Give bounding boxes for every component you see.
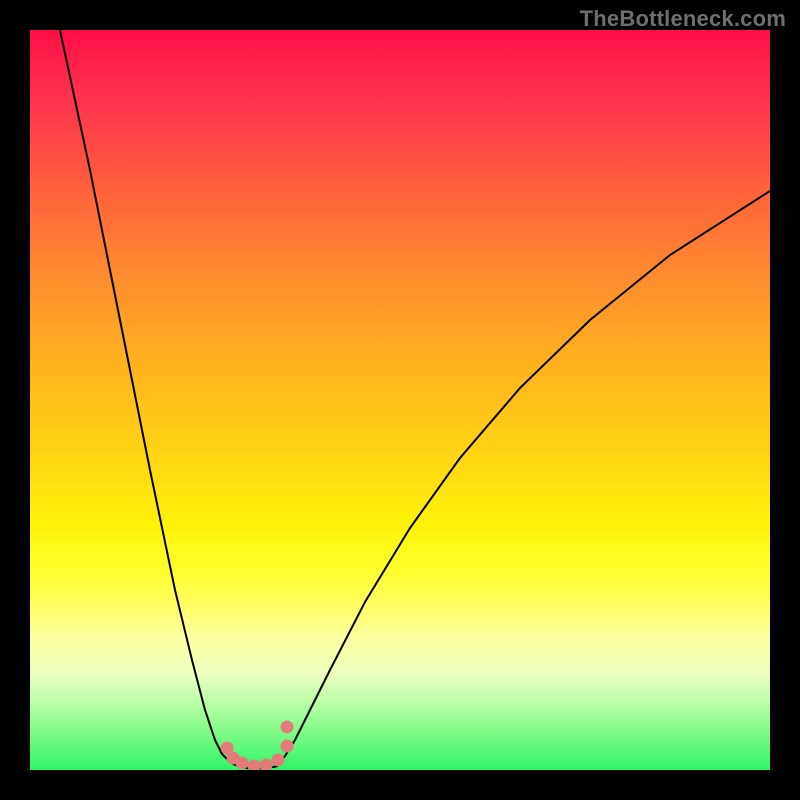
- curve-layer: [30, 30, 770, 770]
- valley-marker-dot: [236, 757, 249, 770]
- curve-right-branch: [278, 191, 770, 766]
- valley-marker-dot: [248, 760, 261, 771]
- curve-left-branch: [60, 30, 238, 766]
- plot-area: [30, 30, 770, 770]
- watermark-text: TheBottleneck.com: [580, 6, 786, 32]
- valley-marker-dot: [281, 721, 294, 734]
- valley-marker-dot: [272, 754, 285, 767]
- valley-marker-dot: [281, 740, 294, 753]
- chart-stage: TheBottleneck.com: [0, 0, 800, 800]
- valley-marker-dot: [260, 759, 273, 771]
- valley-markers: [221, 721, 294, 771]
